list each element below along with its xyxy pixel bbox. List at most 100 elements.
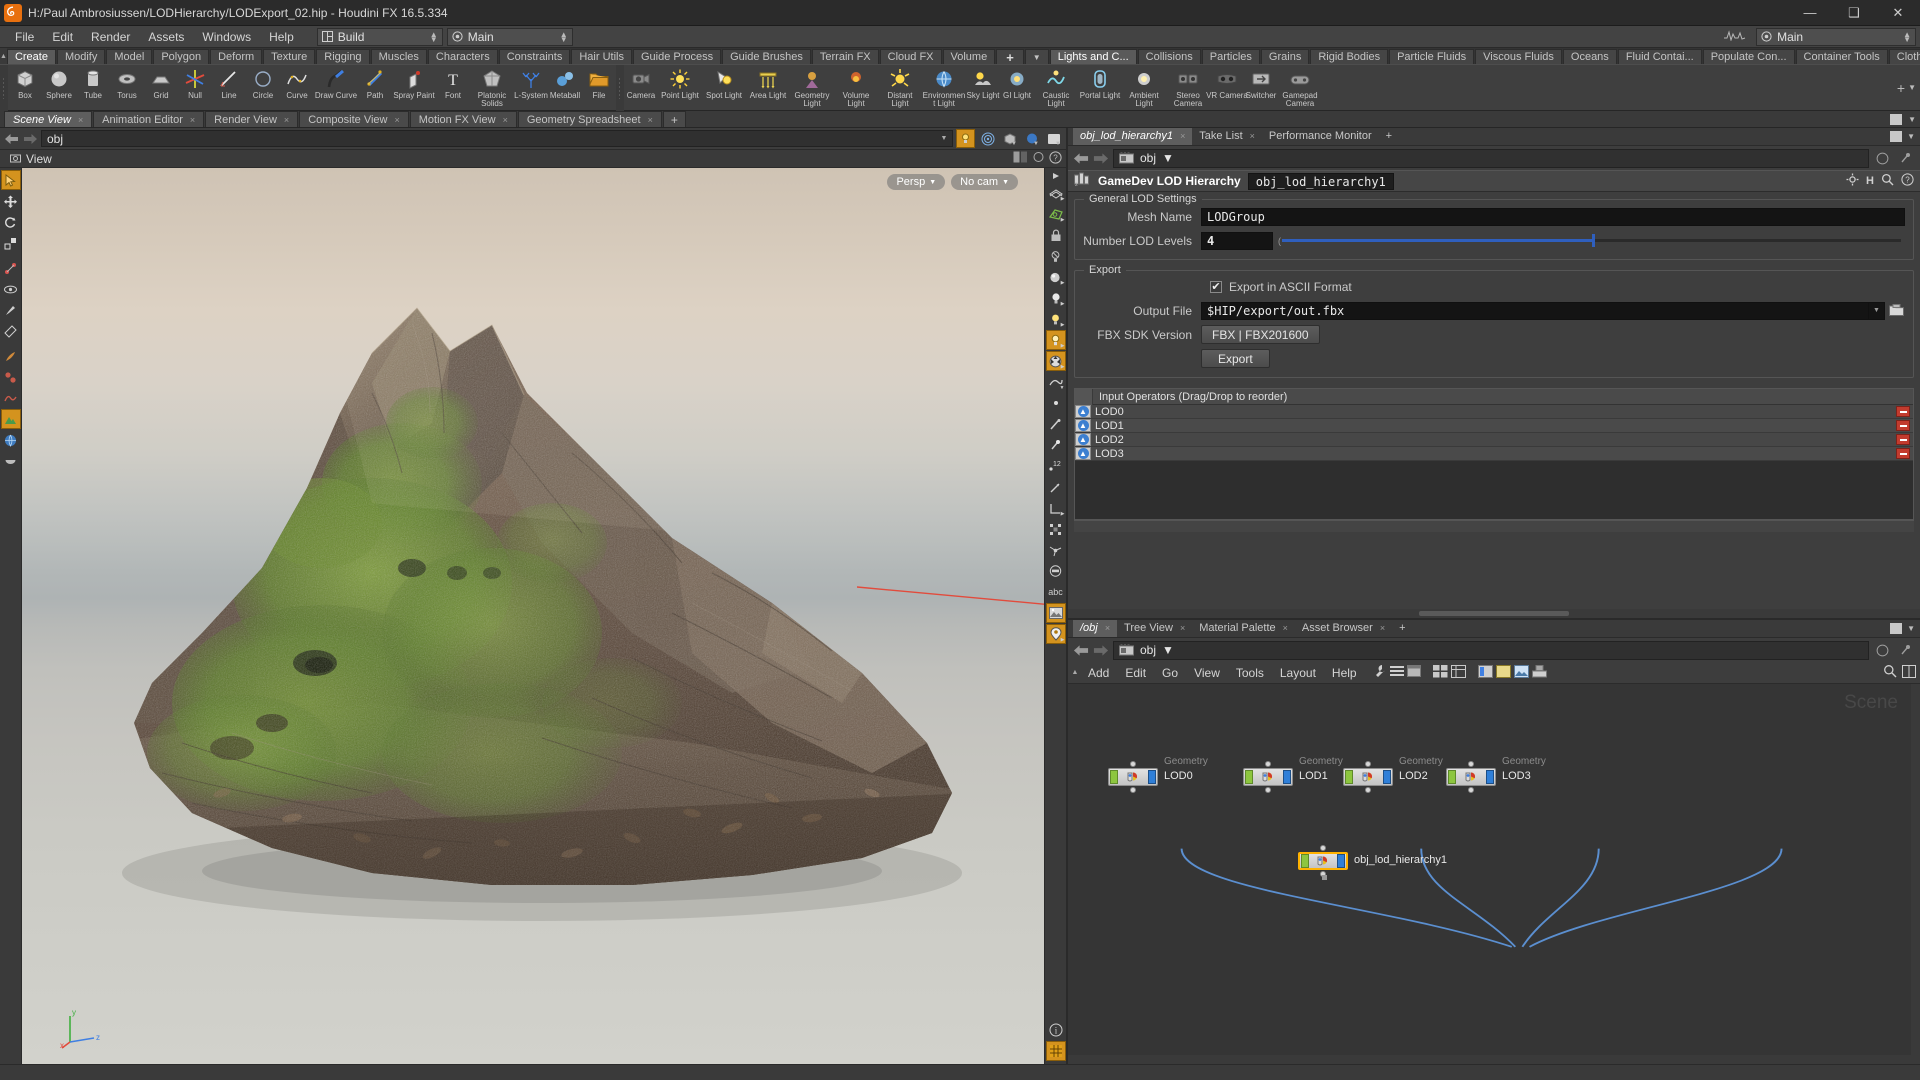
grid-snap-button[interactable] — [1045, 1041, 1066, 1061]
desktop-set-selector[interactable]: Main ▲ ▼ — [446, 27, 573, 46]
environment-map-button[interactable]: ▶ — [1045, 351, 1066, 371]
node-output-connector[interactable] — [1265, 787, 1271, 793]
param-forward-arrow-icon[interactable] — [1093, 150, 1109, 166]
node-body[interactable] — [1446, 768, 1496, 786]
shelf-scroll-up-icon[interactable]: ▲ — [0, 48, 7, 64]
shelf-tab-left-muscles[interactable]: Muscles — [370, 49, 427, 64]
desktop-tab-close-icon[interactable]: × — [190, 112, 195, 128]
highlight-light-caret-icon[interactable]: ▶ — [1061, 322, 1065, 328]
param-pin-button[interactable] — [1896, 149, 1915, 168]
shelf-tab-left-guide-brushes[interactable]: Guide Brushes — [722, 49, 811, 64]
shelf-tool-caustic-light[interactable]: Caustic Light — [1034, 65, 1078, 111]
menu-edit[interactable]: Edit — [43, 26, 82, 48]
network-node-obj_lod_hierarchy1[interactable]: obj_lod_hierarchy1 — [1298, 845, 1447, 880]
bowl-tool-button[interactable] — [1, 451, 21, 471]
network-tab-close-icon[interactable]: × — [1180, 620, 1185, 637]
desktop-tab-close-icon[interactable]: × — [78, 112, 83, 128]
desktop-tab-render-view[interactable]: Render View × — [205, 111, 299, 127]
network-node-lod2[interactable]: Geometry LOD2 — [1343, 756, 1443, 793]
info-button[interactable]: i — [1046, 1020, 1066, 1040]
scale-tool-button[interactable] — [1, 233, 21, 253]
handle-tool-button[interactable] — [1, 258, 21, 278]
angle-caret-icon[interactable]: ▶ — [1061, 511, 1065, 517]
shelf-tool-curve[interactable]: Curve — [280, 65, 314, 111]
shelf-tool-ambient-light[interactable]: Ambient Light — [1122, 65, 1166, 111]
shelf-tool-spray-paint[interactable]: Spray Paint — [392, 65, 436, 111]
network-menu-help[interactable]: Help — [1324, 662, 1365, 684]
point-numbers-button[interactable]: 12 — [1046, 456, 1066, 476]
parameter-maximize-icon[interactable] — [1890, 131, 1903, 142]
shelf-tab-right-particle-fluids[interactable]: Particle Fluids — [1389, 49, 1475, 64]
node-body[interactable] — [1243, 768, 1293, 786]
shelf-tool-file[interactable]: File — [582, 65, 616, 111]
display-options-caret-icon[interactable]: ▶ — [1061, 196, 1065, 202]
highlight-light-button[interactable]: ▶ — [1046, 309, 1066, 329]
shelf-tab-right-rigid-bodies[interactable]: Rigid Bodies — [1310, 49, 1389, 64]
shelf-tab-left-terrain-fx[interactable]: Terrain FX — [811, 49, 879, 64]
desktop-tab-geometry-spreadsheet[interactable]: Geometry Spreadsheet × — [517, 111, 662, 128]
shelf-tool-camera[interactable]: Camera — [624, 65, 658, 111]
network-menu-tools[interactable]: Tools — [1228, 662, 1272, 684]
network-path-field[interactable]: obj ▼ — [1113, 640, 1869, 660]
shelf-tab-right-particles[interactable]: Particles — [1201, 49, 1260, 64]
desktop-right-spinner-icon[interactable]: ▲ ▼ — [1903, 30, 1911, 43]
desktop-tab-close-icon[interactable]: × — [648, 112, 653, 128]
shelf-tab-left-deform[interactable]: Deform — [210, 49, 263, 64]
network-maximize-icon[interactable] — [1890, 623, 1903, 634]
sculpt-tool-button[interactable] — [1, 346, 21, 366]
headlight-caret-icon[interactable]: ▶ — [1061, 280, 1065, 286]
output-file-browse-button[interactable] — [1888, 302, 1905, 320]
desktop-tab-close-icon[interactable]: × — [503, 112, 508, 128]
edit-tool-button[interactable] — [1, 367, 21, 387]
shelf-tab-right-oceans[interactable]: Oceans — [1562, 49, 1617, 64]
parameter-tab-close-icon[interactable]: × — [1250, 128, 1255, 145]
export-button[interactable]: Export — [1201, 349, 1270, 368]
node-input-connector[interactable] — [1365, 761, 1371, 767]
input-operator-drag-handle[interactable]: ▲ — [1075, 405, 1091, 418]
desktop-tab-scene-view[interactable]: Scene View × — [4, 111, 93, 128]
maximize-button[interactable]: ❑ — [1832, 0, 1876, 25]
menu-help[interactable]: Help — [260, 26, 303, 48]
light-caret-icon[interactable]: ▶ — [1061, 301, 1065, 307]
network-lock-button[interactable] — [1873, 641, 1892, 660]
network-back-arrow-icon[interactable] — [1073, 642, 1089, 658]
parameter-horizontal-scrollbar[interactable] — [1068, 609, 1920, 618]
geometry-select-button[interactable]: ▼ — [1000, 129, 1019, 148]
network-tab-asset-browser[interactable]: Asset Browser × — [1295, 620, 1392, 637]
text-display-button[interactable]: abc — [1046, 582, 1066, 602]
desktop-tab-animation-editor[interactable]: Animation Editor × — [93, 111, 205, 128]
shelf-tool-sphere[interactable]: Sphere — [42, 65, 76, 111]
menu-windows[interactable]: Windows — [193, 26, 260, 48]
shelf-tool-l-system[interactable]: L-System — [514, 65, 548, 111]
node-display-flag[interactable] — [1283, 770, 1291, 784]
3d-viewport[interactable]: Persp ▼ No cam ▼ y x z — [22, 168, 1044, 1064]
select-tool-button[interactable] — [0, 170, 21, 190]
viewport-collapse-icon[interactable] — [1046, 170, 1066, 182]
shelf-tool-geometry-light[interactable]: Geometry Light — [790, 65, 834, 111]
shelf-tool-tube[interactable]: Tube — [76, 65, 110, 111]
shelf-tab-left-model[interactable]: Model — [106, 49, 153, 64]
headlight-button[interactable]: ▶ — [1046, 267, 1066, 287]
smooth-tool-button[interactable] — [1, 388, 21, 408]
viewer-split-icon[interactable] — [1013, 151, 1028, 166]
input-operator-row[interactable]: ▲ LOD2 — [1075, 433, 1913, 447]
network-node-lod0[interactable]: Geometry LOD0 — [1108, 756, 1208, 793]
input-operator-row[interactable]: ▲ LOD0 — [1075, 405, 1913, 419]
shelf-tab-left-texture[interactable]: Texture — [263, 49, 316, 64]
shelf-tool-circle[interactable]: Circle — [246, 65, 280, 111]
node-bypass-flag[interactable] — [1110, 770, 1118, 784]
display-options-button[interactable]: ▶ — [1046, 183, 1066, 203]
menu-render[interactable]: Render — [82, 26, 139, 48]
network-tab-tree-view[interactable]: Tree View × — [1117, 620, 1192, 637]
network-tab-material-palette[interactable]: Material Palette × — [1192, 620, 1295, 637]
viewer-help-icon[interactable]: ? — [1049, 150, 1062, 167]
input-operator-delete-button[interactable] — [1896, 406, 1910, 417]
background-image-button[interactable] — [1045, 603, 1066, 623]
cam-caret-icon[interactable]: ▼ — [1002, 179, 1009, 186]
shelf-tab-left-constraints[interactable]: Constraints — [498, 49, 571, 64]
snapping-button[interactable] — [978, 129, 997, 148]
ghost-display-caret-icon[interactable]: ▶ — [1061, 217, 1065, 223]
network-tab-close-icon[interactable]: × — [1105, 620, 1110, 637]
export-ascii-checkbox[interactable]: ✔ — [1210, 281, 1222, 293]
handles-button[interactable] — [1046, 414, 1066, 434]
